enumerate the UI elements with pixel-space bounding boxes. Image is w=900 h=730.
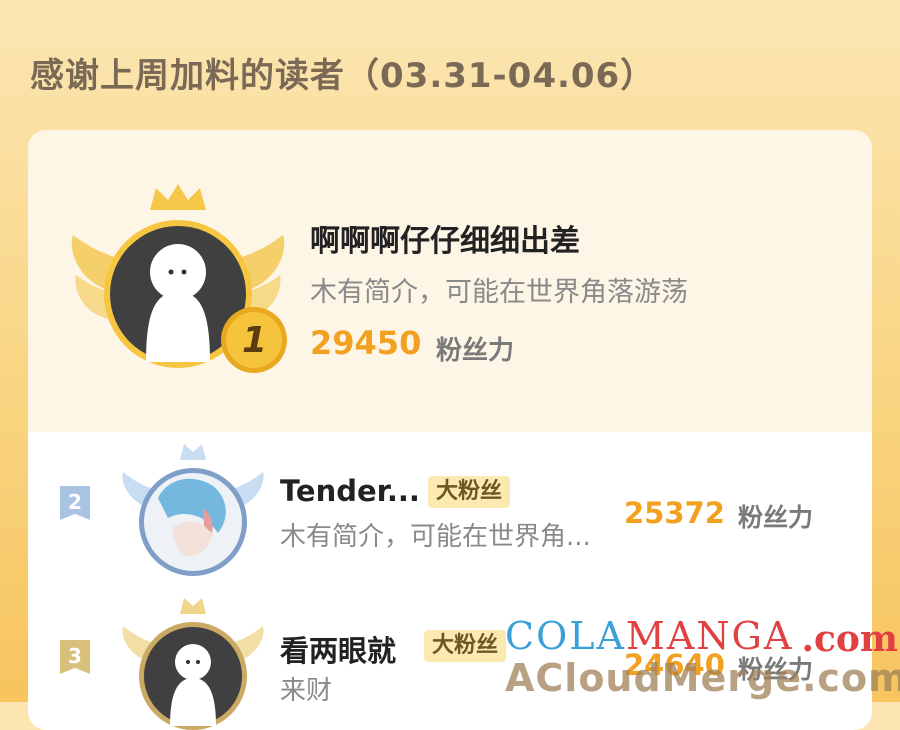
reader-score: 24640 <box>624 648 725 682</box>
reader-avatar[interactable] <box>118 438 268 588</box>
avatar-wreath-icon <box>122 598 264 730</box>
reader-score-unit: 粉丝力 <box>738 655 814 684</box>
reader-ranking-card: 1 啊啊啊仔仔细细出差 木有简介，可能在世界角落游荡 29450 粉丝力 2 T… <box>28 130 872 730</box>
reader-name[interactable]: 看两眼就 <box>280 628 396 670</box>
fan-level-badge: 大粉丝 <box>424 630 507 662</box>
rank-1-number: 1 <box>242 320 268 361</box>
fan-level-badge: 大粉丝 <box>428 476 511 508</box>
page-title: 感谢上周加料的读者（03.31-04.06） <box>30 56 656 96</box>
reader-name[interactable]: Tender... <box>280 474 420 508</box>
top-reader-bio: 木有简介，可能在世界角落游荡 <box>310 277 688 308</box>
reader-score-unit: 粉丝力 <box>738 503 814 532</box>
reader-score: 25372 <box>624 496 725 530</box>
top-reader-name[interactable]: 啊啊啊仔仔细细出差 <box>310 216 580 260</box>
avatar-wreath-icon <box>122 444 264 576</box>
top-reader-score: 29450 <box>310 324 422 362</box>
reader-bio: 来财 <box>280 676 333 706</box>
top-reader-section[interactable]: 1 啊啊啊仔仔细细出差 木有简介，可能在世界角落游荡 29450 粉丝力 <box>28 130 872 432</box>
reader-bio: 木有简介，可能在世界角... <box>280 522 591 552</box>
rank-badge: 2 <box>60 486 90 520</box>
rank-badge: 3 <box>60 640 90 674</box>
reader-avatar[interactable] <box>118 592 268 730</box>
top-reader-avatar[interactable]: 1 <box>68 180 288 380</box>
top-reader-score-unit: 粉丝力 <box>436 336 515 366</box>
